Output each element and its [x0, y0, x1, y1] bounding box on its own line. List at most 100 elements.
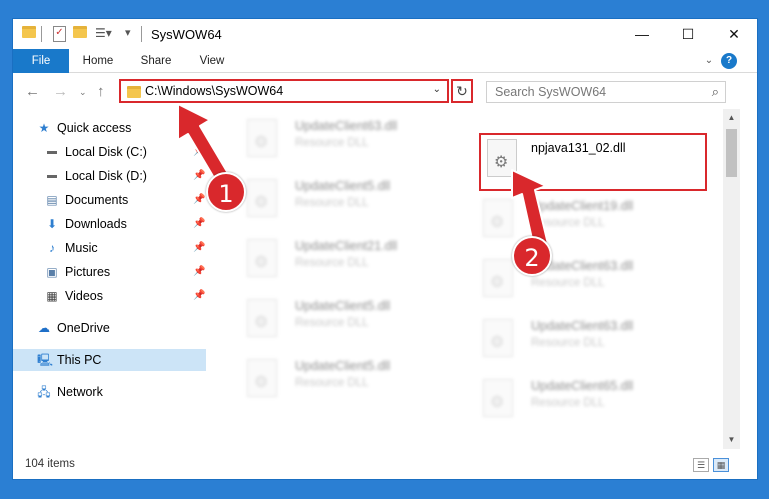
- chevron-down-icon[interactable]: ⌄: [433, 84, 441, 95]
- nav-network[interactable]: 🖧 Network: [13, 381, 206, 403]
- drive-icon: ▬: [47, 170, 57, 181]
- item-count: 104 items: [25, 458, 75, 470]
- file-type: Resource DLL: [295, 257, 369, 269]
- nav-item-pictures[interactable]: ▣ Pictures 📌: [13, 261, 206, 283]
- pin-icon[interactable]: 📌: [193, 141, 205, 163]
- downloads-icon: ⬇: [46, 217, 58, 231]
- file-name: UpdateClient65.dll: [531, 379, 634, 393]
- pin-icon[interactable]: 📌: [193, 165, 205, 187]
- list-item[interactable]: ⚙ UpdateClient21.dll Resource DLL: [233, 235, 453, 285]
- list-item-npjava131-02-dll[interactable]: ⚙ npjava131_02.dll: [479, 133, 707, 191]
- nav-item-videos[interactable]: ▦ Videos 📌: [13, 285, 206, 307]
- file-name: UpdateClient63.dll: [531, 319, 634, 333]
- callout-one: 1: [206, 172, 246, 212]
- dll-file-icon: ⚙: [247, 359, 277, 397]
- nav-label: Music: [65, 241, 98, 255]
- nav-label: Local Disk (C:): [65, 145, 147, 159]
- drive-icon: ▬: [47, 146, 57, 157]
- scroll-down-icon[interactable]: ▼: [723, 435, 740, 444]
- nav-onedrive[interactable]: ☁ OneDrive: [13, 317, 206, 339]
- file-type: Resource DLL: [531, 337, 605, 349]
- nav-label: Pictures: [65, 265, 111, 279]
- new-folder-icon[interactable]: [73, 26, 87, 38]
- help-icon[interactable]: ?: [721, 53, 737, 69]
- file-type: Resource DLL: [295, 317, 369, 329]
- forward-arrow-icon[interactable]: →: [53, 83, 68, 100]
- separator: [41, 26, 42, 42]
- file-name: npjava131_02.dll: [531, 141, 626, 155]
- expand-ribbon-icon[interactable]: ⌄: [701, 49, 717, 73]
- address-bar[interactable]: C:\Windows\SysWOW64 ⌄: [119, 79, 449, 103]
- up-arrow-icon[interactable]: ↑: [97, 83, 105, 100]
- pictures-icon: ▣: [46, 265, 58, 279]
- pin-icon[interactable]: 📌: [193, 213, 205, 235]
- cloud-icon: ☁: [38, 321, 50, 335]
- callout-two: 2: [512, 236, 552, 276]
- dll-file-icon: ⚙: [487, 139, 517, 177]
- list-item[interactable]: ⚙ UpdateClient5.dll Resource DLL: [233, 175, 453, 225]
- details-view-icon[interactable]: ☰: [693, 458, 709, 472]
- star-icon: ★: [38, 121, 50, 135]
- scroll-up-icon[interactable]: ▲: [723, 113, 740, 122]
- vertical-scrollbar[interactable]: ▲ ▼: [723, 109, 740, 449]
- pin-icon[interactable]: 📌: [193, 189, 205, 211]
- tab-share[interactable]: Share: [133, 49, 179, 73]
- file-type: Resource DLL: [531, 277, 605, 289]
- minimize-button[interactable]: —: [619, 19, 665, 49]
- tab-home[interactable]: Home: [75, 49, 121, 73]
- list-item[interactable]: ⚙ UpdateClient65.dll Resource DLL: [469, 375, 689, 425]
- file-type: Resource DLL: [531, 217, 605, 229]
- pin-icon[interactable]: 📌: [193, 261, 205, 283]
- file-type: Resource DLL: [295, 377, 369, 389]
- close-button[interactable]: ✕: [711, 19, 757, 49]
- pin-icon[interactable]: 📌: [193, 237, 205, 259]
- file-name: UpdateClient5.dll: [295, 179, 391, 193]
- nav-label: This PC: [57, 353, 102, 367]
- tab-file[interactable]: File: [13, 49, 69, 73]
- file-type: Resource DLL: [295, 197, 369, 209]
- file-name: UpdateClient5.dll: [295, 299, 391, 313]
- nav-item-documents[interactable]: ▤ Documents 📌: [13, 189, 206, 211]
- address-row: ← → ⌄ ↑ C:\Windows\SysWOW64 ⌄ ↻ Search S…: [13, 73, 757, 109]
- tab-view[interactable]: View: [189, 49, 235, 73]
- recent-locations-icon[interactable]: ⌄: [79, 87, 87, 98]
- videos-icon: ▦: [46, 289, 58, 303]
- maximize-button[interactable]: ☐: [665, 19, 711, 49]
- pin-icon[interactable]: 📌: [193, 285, 205, 307]
- quick-access-dropdown-icon[interactable]: ▾: [125, 26, 131, 42]
- properties-icon[interactable]: ✓: [53, 26, 66, 42]
- list-item[interactable]: ⚙ UpdateClient63.dll Resource DLL: [233, 115, 453, 165]
- nav-label: Quick access: [57, 121, 132, 135]
- nav-this-pc[interactable]: 🖳 This PC: [13, 349, 206, 371]
- refresh-button[interactable]: ↻: [451, 79, 473, 103]
- dll-file-icon: ⚙: [247, 239, 277, 277]
- nav-item-local-disk-d[interactable]: ▬ Local Disk (D:) 📌: [13, 165, 206, 187]
- list-item[interactable]: ⚙ UpdateClient5.dll Resource DLL: [233, 355, 453, 405]
- nav-label: Local Disk (D:): [65, 169, 147, 183]
- explorer-window: ✓ ☰▾ ▾ SysWOW64 — ☐ ✕ File Home Share Vi…: [12, 18, 758, 480]
- search-input[interactable]: Search SysWOW64 ⌕: [486, 81, 726, 103]
- dll-file-icon: ⚙: [483, 319, 513, 357]
- list-item[interactable]: ⚙ UpdateClient5.dll Resource DLL: [233, 295, 453, 345]
- search-icon[interactable]: ⌕: [712, 84, 719, 100]
- search-placeholder: Search SysWOW64: [495, 85, 607, 99]
- nav-item-local-disk-c[interactable]: ▬ Local Disk (C:) 📌: [13, 141, 206, 163]
- folder-icon: [22, 26, 36, 38]
- customize-toolbar-icon[interactable]: ☰▾: [95, 26, 113, 42]
- separator: [141, 26, 142, 42]
- nav-label: OneDrive: [57, 321, 110, 335]
- list-item[interactable]: ⚙ UpdateClient63.dll Resource DLL: [469, 315, 689, 365]
- nav-label: Videos: [65, 289, 103, 303]
- dll-file-icon: ⚙: [247, 179, 277, 217]
- network-icon: 🖧: [37, 385, 51, 399]
- large-icons-view-icon[interactable]: ▦: [713, 458, 729, 472]
- address-path[interactable]: C:\Windows\SysWOW64: [145, 84, 283, 98]
- nav-label: Documents: [65, 193, 129, 207]
- nav-item-downloads[interactable]: ⬇ Downloads 📌: [13, 213, 206, 235]
- scrollbar-thumb[interactable]: [726, 129, 737, 177]
- back-arrow-icon[interactable]: ←: [25, 83, 40, 100]
- list-item[interactable]: ⚙ UpdateClient63.dll Resource DLL: [469, 255, 689, 305]
- nav-item-music[interactable]: ♪ Music 📌: [13, 237, 206, 259]
- nav-quick-access[interactable]: ★ Quick access: [13, 117, 206, 139]
- list-item[interactable]: ⚙ UpdateClient19.dll Resource DLL: [469, 195, 689, 245]
